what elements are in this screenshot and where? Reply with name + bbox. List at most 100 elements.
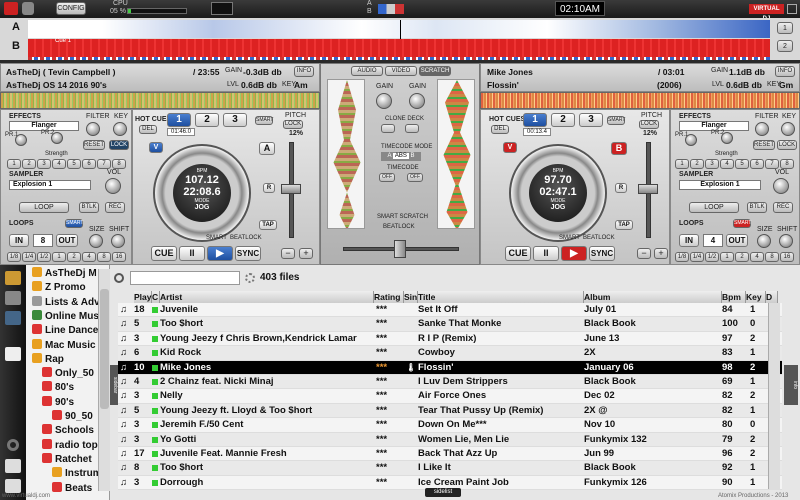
loop-frac[interactable]: 8 — [765, 252, 779, 262]
table-row[interactable]: ♫ 3 Nelly *** Air Force Ones Dec 02 82 2 — [118, 389, 782, 404]
deck-a-jog-wheel[interactable]: BPM 107.12 22:08.6 MODE JOG — [153, 144, 251, 242]
deck-b-btlk-button[interactable]: BTLK — [747, 202, 767, 213]
minimize-icon[interactable] — [787, 4, 797, 14]
mic-icon[interactable] — [22, 2, 34, 15]
deck-a-pr1-knob[interactable] — [15, 134, 27, 146]
deck-a-smart2-button[interactable]: SMART — [255, 116, 273, 125]
deck-a-del-button[interactable]: DEL — [139, 125, 157, 134]
table-row[interactable]: ♫ 4 2 Chainz feat. Nicki Minaj *** I Luv Dem… — [118, 375, 782, 390]
deck-a-hotcue-1[interactable]: 1 — [167, 113, 191, 127]
list-scrollbar[interactable] — [768, 303, 780, 489]
mixer-tc-off-a[interactable]: OFF — [379, 173, 395, 182]
deck-b-v-button[interactable]: V — [503, 142, 517, 153]
fx-slot[interactable]: 7 — [765, 159, 779, 169]
font-size-icon[interactable] — [5, 459, 21, 473]
deck-b-pause-button[interactable]: II — [533, 246, 559, 261]
loop-frac[interactable]: 2 — [735, 252, 749, 262]
col-header-play[interactable]: Play — [134, 291, 152, 303]
loop-frac[interactable]: 1 — [720, 252, 734, 262]
deck-a-pause-button[interactable]: II — [179, 246, 205, 261]
deck-a-lock-button[interactable]: LOCK — [109, 140, 129, 150]
deck-b-jog-wheel[interactable]: BPM 97.70 02:47.1 MODE JOG — [509, 144, 607, 242]
deck-a-key-knob[interactable] — [113, 122, 127, 136]
page-2-button[interactable]: 2 — [777, 40, 793, 52]
mixer-gain-a-knob[interactable] — [376, 93, 392, 109]
loop-frac[interactable]: 4 — [82, 252, 96, 262]
tc-a[interactable]: A — [387, 153, 391, 159]
deck-a-smart-button[interactable]: SMART — [65, 219, 83, 228]
deck-b-play-button[interactable]: ▶ — [561, 246, 587, 261]
col-header-rating[interactable]: Rating — [374, 291, 404, 303]
deck-b-filter-knob[interactable] — [755, 122, 769, 136]
fx-slot[interactable]: 6 — [750, 159, 764, 169]
deck-a-shift-knob[interactable] — [111, 234, 125, 248]
fx-slot[interactable]: 4 — [52, 159, 66, 169]
deck-b-sync-button[interactable]: SYNC — [589, 246, 615, 261]
tree-item[interactable]: 90's — [42, 395, 74, 410]
table-row[interactable]: ♫ 8 Too $hort *** I Like It Black Book 92 1 — [118, 461, 782, 476]
deck-b-pr1-knob[interactable] — [685, 134, 697, 146]
table-row[interactable]: ♫ 17 Juvenile Feat. Mannie Fresh *** Back Th… — [118, 447, 782, 462]
deck-a-rec-button[interactable]: REC — [105, 202, 125, 213]
tree-item[interactable]: AsTheDj M — [32, 267, 97, 281]
mixer-tab-video[interactable]: VIDEO — [385, 66, 417, 76]
table-row[interactable]: ♫ 5 Young Jeezy ft. Lloyd & Too $hort *** Te… — [118, 403, 782, 419]
loop-frac[interactable]: 1/4 — [690, 252, 704, 262]
tree-item[interactable]: 80's — [42, 381, 74, 395]
fx-slot[interactable]: 2 — [690, 159, 704, 169]
mixer-clone-b[interactable] — [405, 124, 419, 133]
tree-item[interactable]: Beats — [52, 481, 92, 496]
playlist-icon[interactable] — [5, 291, 21, 305]
deck-b-sampler-loop[interactable]: LOOP — [689, 202, 739, 213]
fx-slot[interactable]: 6 — [82, 159, 96, 169]
loop-frac[interactable]: 8 — [97, 252, 111, 262]
deck-a-vol-knob[interactable] — [105, 178, 121, 194]
search-input[interactable] — [130, 271, 240, 285]
loop-frac[interactable]: 1/8 — [675, 252, 689, 262]
deck-b-pr2-knob[interactable] — [721, 132, 733, 144]
page-1-button[interactable]: 1 — [777, 22, 793, 34]
deck-a-loop-out[interactable]: OUT — [56, 234, 78, 247]
deck-a-size-knob[interactable] — [89, 234, 103, 248]
crossfader[interactable] — [394, 240, 406, 258]
mixer-tab-scratch[interactable]: SCRATCH — [419, 66, 451, 76]
tree-item[interactable]: Z Promo — [32, 281, 86, 295]
loop-frac[interactable]: 1/2 — [705, 252, 719, 262]
tree-item[interactable]: Mac Music — [32, 338, 96, 353]
table-row[interactable]: ♫ 3 Jeremih F./50 Cent *** Down On Me*** Nov … — [118, 418, 782, 433]
tree-item[interactable]: Only_50 — [42, 367, 94, 381]
tree-item[interactable]: Schools — [42, 424, 94, 438]
col-header-c[interactable]: C — [152, 291, 160, 303]
fx-slot[interactable]: 5 — [67, 159, 81, 169]
sidelist-button[interactable]: sidelist — [425, 488, 461, 497]
deck-a-pitch-lock[interactable]: LOCK — [283, 120, 303, 129]
loop-frac[interactable]: 1/8 — [7, 252, 21, 262]
mixer-gain-b-knob[interactable] — [409, 93, 425, 109]
filter-icon[interactable] — [5, 311, 21, 325]
tree-item[interactable]: radio top — [42, 438, 98, 453]
fx-slot[interactable]: 7 — [97, 159, 111, 169]
deck-a-letter[interactable]: A — [259, 142, 275, 155]
table-row[interactable]: ♫ 6 Kid Rock *** Cowboy 2X 83 1 — [118, 346, 782, 361]
col-header-artist[interactable]: Artist — [160, 291, 374, 303]
deck-b-pitch-plus[interactable]: + — [654, 248, 668, 259]
deck-a-filter-knob[interactable] — [86, 122, 100, 136]
loop-frac[interactable]: 1/4 — [22, 252, 36, 262]
mixer-tc-off-b[interactable]: OFF — [407, 173, 423, 182]
loop-frac[interactable]: 16 — [112, 252, 126, 262]
overview-waveform[interactable]: A B Cue 1 1 2 — [0, 18, 800, 60]
deck-b-lock-button[interactable]: LOCK — [777, 140, 797, 150]
deck-b-letter[interactable]: B — [611, 142, 627, 155]
deck-b-loop-in[interactable]: IN — [679, 234, 699, 247]
deck-a-sample-select[interactable]: Explosion 1 — [9, 180, 91, 190]
settings-gear-icon[interactable] — [7, 439, 19, 451]
back-icon[interactable] — [5, 347, 21, 361]
deck-a-sampler-loop[interactable]: LOOP — [19, 202, 69, 213]
deck-b-pitch-lock[interactable]: LOCK — [639, 120, 659, 129]
deck-a-reset-button[interactable]: RESET — [83, 140, 105, 150]
deck-b-hotcue-3[interactable]: 3 — [579, 113, 603, 127]
fx-slot[interactable]: 8 — [780, 159, 794, 169]
deck-a-btlk-button[interactable]: BTLK — [79, 202, 99, 213]
overview-wave-a[interactable] — [28, 20, 770, 38]
fx-slot[interactable]: 1 — [675, 159, 689, 169]
